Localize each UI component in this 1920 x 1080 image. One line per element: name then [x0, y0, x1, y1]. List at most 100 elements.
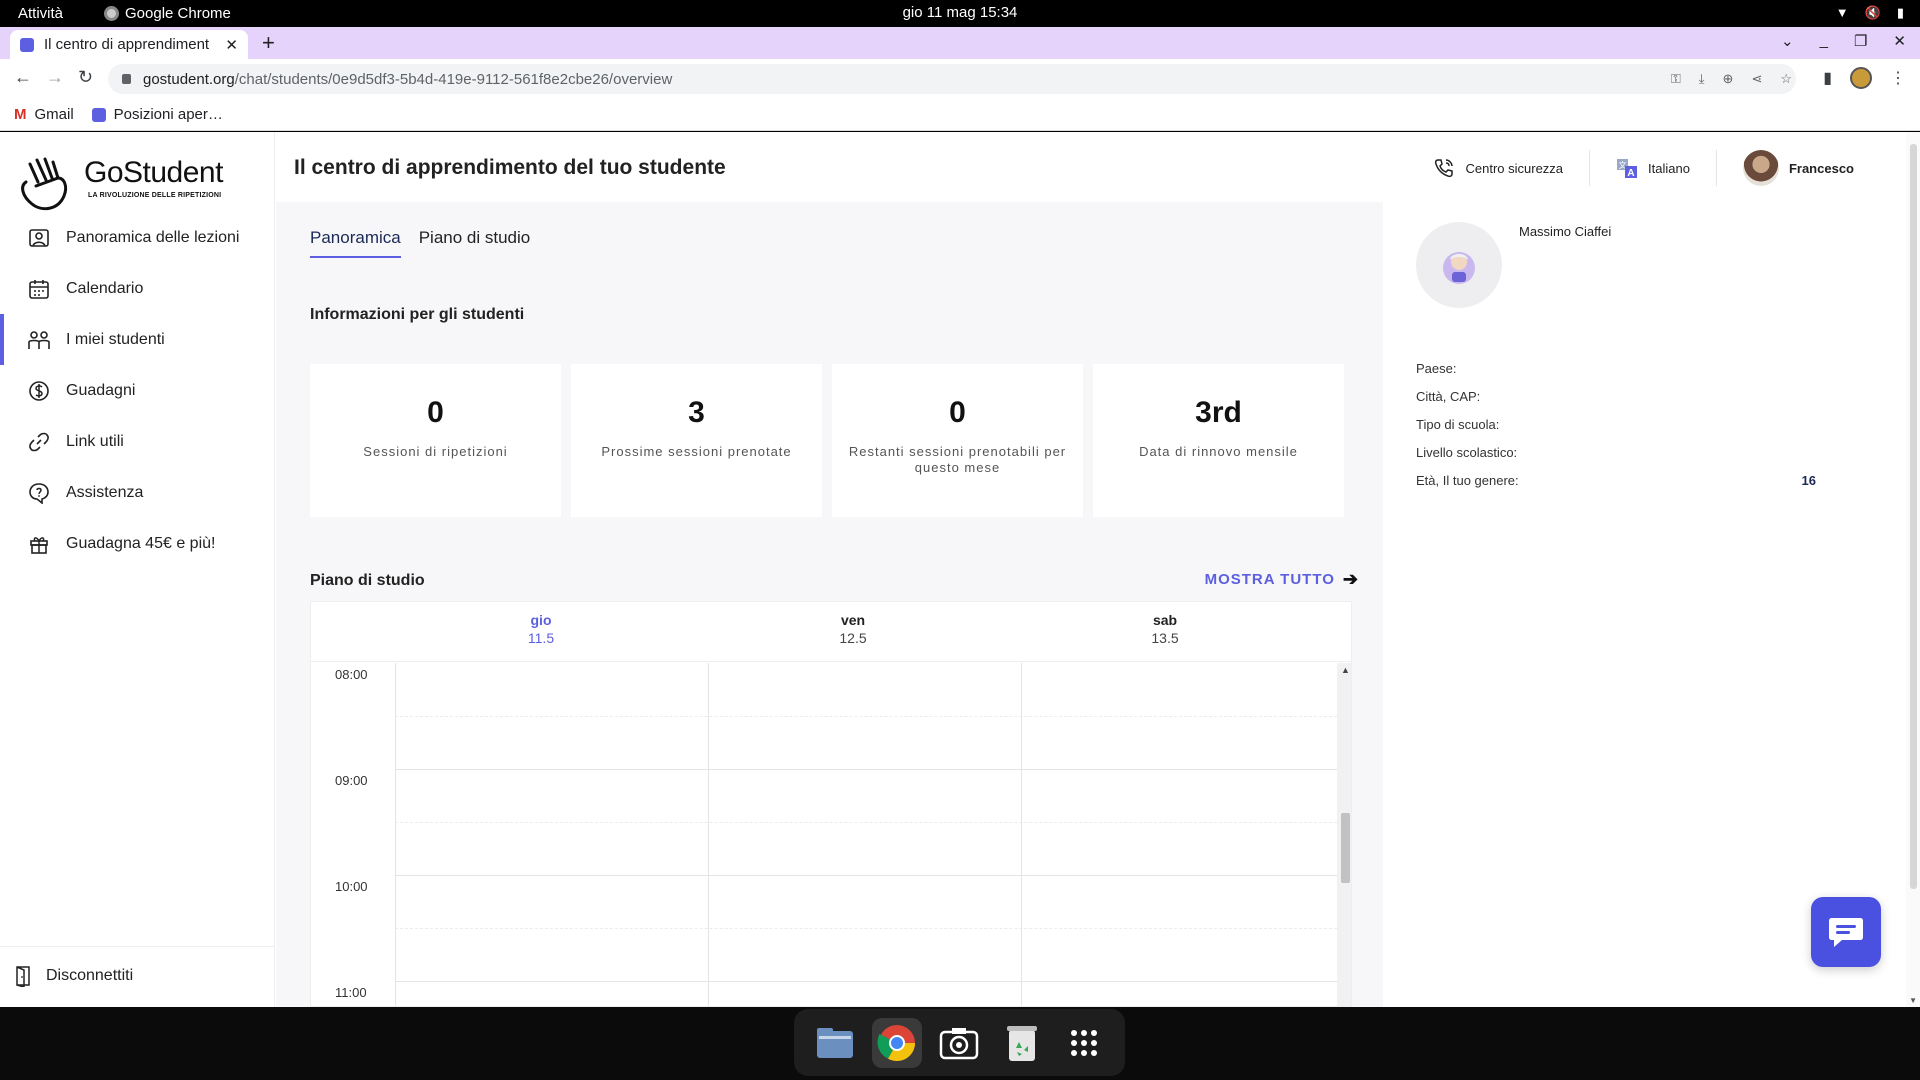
minimize-icon[interactable]: _ [1820, 32, 1828, 50]
toolbar-right: ▮ ⋮ [1823, 67, 1906, 89]
hand-logo-icon [21, 157, 68, 211]
calendar-day[interactable]: ven 12.5 [793, 612, 913, 646]
info-row: Città, CAP: [1416, 382, 1816, 410]
tab-overview[interactable]: Panoramica [310, 228, 401, 258]
gostudent-logo[interactable]: GoStudent LA RIVOLUZIONE DELLE RIPETIZIO… [18, 156, 223, 214]
close-tab-icon[interactable]: ✕ [225, 36, 238, 54]
clock[interactable]: gio 11 mag 15:34 [903, 4, 1018, 21]
info-label: Città, CAP: [1416, 388, 1481, 404]
day-column-divider [395, 663, 396, 1006]
reload-icon[interactable]: ↻ [78, 67, 93, 88]
support-icon [28, 482, 50, 504]
chat-support-button[interactable] [1811, 897, 1881, 967]
day-name: ven [840, 612, 866, 628]
calendar-day[interactable]: sab 13.5 [1105, 612, 1225, 646]
app-name: Google Chrome [125, 5, 231, 22]
info-label: Paese: [1416, 360, 1457, 376]
logout-button[interactable]: Disconnettiti [14, 965, 133, 988]
url-host: gostudent.org [143, 70, 235, 88]
student-info-list: Paese: Città, CAP: Tipo di scuola: Livel… [1416, 354, 1816, 494]
sidebar-item-earnings[interactable]: Guadagni [0, 365, 274, 416]
user-menu[interactable]: Francesco [1715, 150, 1880, 186]
dock-app-grid[interactable] [1059, 1018, 1109, 1068]
app-menu[interactable]: Google Chrome [104, 5, 231, 22]
stat-card: 0 Restanti sessioni prenotabili per ques… [832, 364, 1083, 517]
svg-text:A: A [1627, 168, 1634, 179]
gostudent-favicon-icon [91, 107, 106, 122]
hour-label: 10:00 [335, 879, 368, 894]
info-label: Tipo di scuola: [1416, 416, 1500, 432]
dock-files[interactable] [810, 1018, 860, 1068]
safety-phone-icon [1435, 159, 1454, 178]
brand-name: GoStudent [84, 156, 223, 189]
half-hour-line [395, 716, 1337, 717]
dock-trash[interactable] [997, 1018, 1047, 1068]
scroll-up-icon[interactable]: ▲ [1341, 665, 1350, 675]
activities-button[interactable]: Attività [18, 5, 63, 22]
stat-card: 0 Sessioni di ripetizioni [310, 364, 561, 517]
sidebar-item-calendar[interactable]: Calendario [0, 263, 274, 314]
sidebar-divider [0, 946, 274, 947]
back-icon[interactable]: ← [14, 67, 32, 88]
tab-study-plan[interactable]: Piano di studio [419, 228, 531, 258]
page-scrollbar-thumb[interactable] [1910, 144, 1917, 889]
students-icon [28, 329, 50, 351]
sidebar-item-lessons-overview[interactable]: Panoramica delle lezioni [0, 212, 274, 263]
day-date: 11.5 [527, 630, 555, 646]
chrome-menu-icon[interactable]: ⋮ [1890, 68, 1906, 88]
lock-icon[interactable] [122, 74, 131, 84]
new-tab-button[interactable]: + [262, 30, 275, 56]
profile-avatar[interactable] [1850, 67, 1872, 89]
page-scrollbar[interactable]: ▼ [1906, 132, 1920, 1007]
show-all-link[interactable]: MOSTRA TUTTO ➔ [1205, 569, 1359, 590]
calendar-grid[interactable]: 08:00 09:00 10:00 11:00 ▲ [311, 663, 1351, 1006]
bookmark-positions[interactable]: Posizioni aper… [91, 106, 223, 123]
language-label: Italiano [1648, 160, 1690, 176]
lessons-overview-icon [28, 227, 50, 249]
info-row: Età, Il tuo genere: 16 [1416, 466, 1816, 494]
share-icon[interactable]: ⋖ [1751, 71, 1762, 87]
dock-chrome[interactable] [872, 1017, 923, 1068]
bookmark-star-icon[interactable]: ☆ [1780, 71, 1792, 87]
safety-center-link[interactable]: Centro sicurezza [1407, 150, 1589, 186]
side-panel-icon[interactable]: ▮ [1823, 68, 1832, 88]
user-name: Francesco [1788, 160, 1854, 176]
chrome-dock-icon [877, 1024, 916, 1061]
dock-camera[interactable] [934, 1018, 984, 1068]
sidebar-item-useful-links[interactable]: Link utili [0, 416, 274, 467]
stat-label: Data di rinnovo mensile [1139, 444, 1298, 459]
camera-icon [940, 1027, 979, 1059]
restore-icon[interactable]: ❐ [1854, 32, 1867, 50]
sidebar-item-support[interactable]: Assistenza [0, 467, 274, 518]
dock [794, 1009, 1125, 1076]
bookmark-label: Gmail [34, 106, 74, 123]
language-selector[interactable]: 文A Italiano [1589, 150, 1716, 186]
tab-search-icon[interactable]: ⌄ [1781, 32, 1794, 50]
system-tray[interactable]: ▼ 🔇 ▮ [1836, 5, 1904, 21]
address-bar[interactable]: gostudent.org/chat/students/0e9d5df3-5b4… [108, 64, 1796, 94]
scroll-down-icon[interactable]: ▼ [1909, 996, 1917, 1005]
gostudent-favicon-icon [20, 37, 34, 52]
bookmark-gmail[interactable]: M Gmail [14, 106, 74, 123]
day-name: gio [530, 612, 552, 628]
sidebar-item-my-students[interactable]: I miei studenti [0, 314, 274, 365]
browser-tab[interactable]: Il centro di apprendiment ✕ [10, 30, 248, 59]
sidebar-item-earn-bonus[interactable]: Guadagna 45€ e più! [0, 518, 274, 569]
scrollbar-thumb[interactable] [1341, 813, 1350, 883]
calendar-day[interactable]: gio 11.5 [481, 612, 601, 646]
sidebar-item-label: I miei studenti [66, 330, 165, 348]
hour-label: 09:00 [335, 773, 368, 788]
close-window-icon[interactable]: ✕ [1893, 32, 1906, 50]
clock-container: gio 11 mag 15:34 [0, 4, 1920, 21]
calendar-scrollbar[interactable]: ▲ [1337, 663, 1351, 1006]
forward-icon[interactable]: → [46, 67, 64, 88]
install-icon[interactable]: ⤓ [1699, 71, 1705, 87]
hour-line [395, 769, 1337, 770]
zoom-icon[interactable]: ⊕ [1723, 71, 1734, 87]
hour-row: 08:00 [311, 663, 1337, 769]
sidebar: GoStudent LA RIVOLUZIONE DELLE RIPETIZIO… [0, 132, 275, 1007]
app-grid-icon [1070, 1029, 1097, 1056]
key-icon[interactable]: ⚿ [1671, 71, 1681, 87]
browser-toolbar: ← → ↻ gostudent.org/chat/students/0e9d5d… [0, 59, 1920, 99]
stat-label: Prossime sessioni prenotate [601, 444, 792, 459]
